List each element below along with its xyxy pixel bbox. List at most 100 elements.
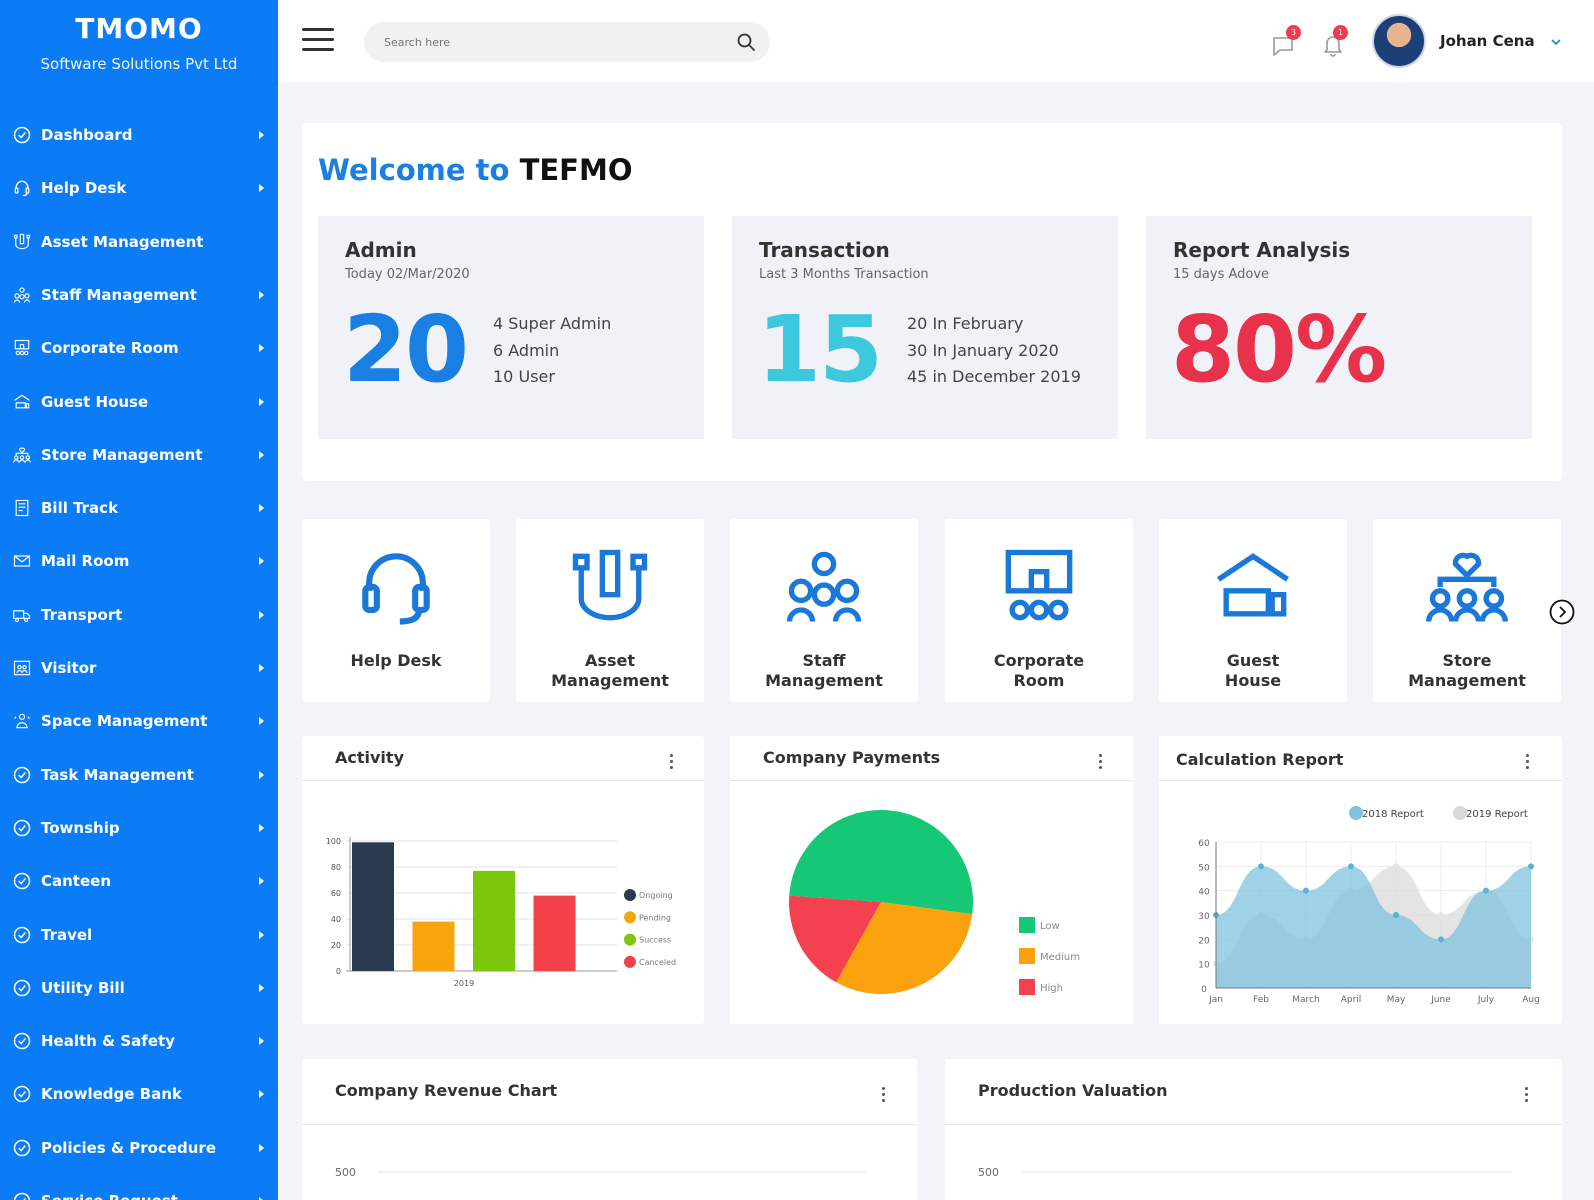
sidebar-item-label: Space Management (41, 712, 208, 731)
chevron-right-icon (259, 610, 264, 619)
user-name[interactable]: Johan Cena (1440, 32, 1535, 50)
chevron-right-icon (259, 450, 264, 459)
sidebar-item-service-request[interactable]: Service Request (0, 1175, 278, 1200)
sidebar-item-corporate-room[interactable]: Corporate Room (0, 322, 278, 374)
data-point (1348, 863, 1354, 870)
bar-success (473, 870, 515, 971)
module-tile-guest-house[interactable]: Guest House (1159, 519, 1347, 702)
search-icon[interactable] (736, 32, 756, 52)
notifications-button[interactable]: 1 (1320, 25, 1348, 58)
legend-swatch (1019, 948, 1035, 964)
chevron-right-icon (259, 290, 264, 299)
sidebar-item-store-management[interactable]: Store Management (0, 429, 278, 481)
sidebar-item-label: Canteen (41, 872, 112, 891)
legend-label: Medium (1040, 952, 1080, 963)
sidebar-item-label: Utility Bill (41, 978, 125, 997)
stat-subtitle: 15 days Adove (1173, 267, 1270, 282)
stat-breakdown: 4 Super Admin 6 Admin 10 User (493, 311, 611, 391)
dashboard-icon (12, 1138, 32, 1158)
sidebar-item-township[interactable]: Township (0, 802, 278, 854)
chevron-right-icon (259, 877, 264, 886)
y-tick-label: 100 (326, 837, 341, 846)
sidebar-item-knowledge-bank[interactable]: Knowledge Bank (0, 1068, 278, 1120)
legend-swatch (624, 933, 636, 946)
dashboard-icon (12, 925, 32, 945)
sidebar-item-mail-room[interactable]: Mail Room (0, 535, 278, 587)
mail-icon (12, 551, 32, 571)
page-title: Welcome to TEFMO (318, 153, 632, 187)
avatar[interactable] (1372, 14, 1426, 68)
module-label: Staff Management (765, 651, 883, 690)
stat-breakdown-line: 30 In January 2020 (907, 340, 1059, 360)
data-point (1258, 863, 1264, 870)
y-tick-label: 60 (1198, 839, 1210, 849)
module-label: Store Management (1408, 651, 1526, 690)
data-point (1438, 936, 1444, 943)
stat-subtitle: Last 3 Months Transaction (759, 267, 929, 282)
x-tick-label: July (1477, 995, 1495, 1005)
sidebar-item-label: Task Management (41, 765, 194, 784)
module-tile-staff-management[interactable]: Staff Management (730, 519, 918, 702)
sidebar-item-transport[interactable]: Transport (0, 589, 278, 641)
y-tick-label: 50 (1198, 863, 1210, 873)
sidebar-item-asset-management[interactable]: Asset Management (0, 216, 278, 268)
stat-card-transaction: Transaction Last 3 Months Transaction 15… (732, 216, 1118, 439)
module-tile-store-management[interactable]: Store Management (1373, 519, 1561, 702)
brand-title: TMOMO (75, 12, 203, 45)
sidebar-item-space-management[interactable]: Space Management (0, 695, 278, 747)
x-tick-label: March (1292, 995, 1319, 1005)
staff-icon (12, 285, 32, 305)
sidebar-item-utility-bill[interactable]: Utility Bill (0, 962, 278, 1014)
dashboard-icon (12, 871, 32, 891)
module-label: Help Desk (350, 651, 442, 670)
truck-icon (12, 605, 32, 625)
y-tick-label: 500 (335, 1166, 356, 1179)
calc-card: Calculation Report 0 10 20 30 40 50 60 Jan Feb Ma… (1159, 736, 1562, 1024)
legend-swatch (624, 889, 636, 901)
legend-label: Pending (639, 913, 671, 922)
sidebar-item-dashboard[interactable]: Dashboard (0, 109, 278, 161)
data-point (1393, 912, 1399, 918)
y-tick-label: 30 (1198, 912, 1210, 922)
module-tile-corporate-room[interactable]: Corporate Room (945, 519, 1133, 702)
search-box (364, 22, 770, 62)
sidebar-item-staff-management[interactable]: Staff Management (0, 269, 278, 321)
sidebar-item-help-desk[interactable]: Help Desk (0, 162, 278, 214)
y-tick-label: 40 (1198, 888, 1210, 898)
sidebar-item-health-safety[interactable]: Health & Safety (0, 1015, 278, 1067)
module-tile-help-desk[interactable]: Help Desk (302, 519, 490, 702)
module-label: Guest House (1224, 651, 1282, 690)
menu-toggle-icon[interactable] (302, 28, 334, 52)
search-input[interactable] (384, 22, 724, 62)
sidebar-item-canteen[interactable]: Canteen (0, 855, 278, 907)
store-icon (12, 445, 32, 465)
chevron-right-icon (259, 504, 264, 513)
dashboard-icon (12, 818, 32, 838)
sidebar-item-label: Asset Management (41, 232, 204, 251)
y-tick-label: 80 (331, 863, 341, 872)
welcome-name: TEFMO (519, 153, 633, 187)
store-icon (1425, 552, 1509, 622)
messages-badge: 3 (1286, 25, 1301, 40)
payments-card: Company Payments Low Medium High (730, 736, 1133, 1024)
sidebar-item-visitor[interactable]: Visitor (0, 642, 278, 694)
sidebar-item-guest-house[interactable]: Guest House (0, 376, 278, 428)
bar-canceled (533, 895, 576, 971)
chevron-down-icon[interactable] (1550, 36, 1562, 48)
sidebar-item-label: Visitor (41, 659, 97, 677)
sidebar-item-bill-track[interactable]: Bill Track (0, 482, 278, 534)
headset-icon (12, 178, 32, 198)
welcome-card: Welcome to TEFMO Admin Today 02/Mar/2020… (302, 123, 1562, 481)
sidebar-item-policies-procedure[interactable]: Policies & Procedure (0, 1122, 278, 1174)
production-chart: 500 (978, 1166, 1512, 1179)
space-icon (12, 711, 32, 731)
sidebar-item-task-management[interactable]: Task Management (0, 749, 278, 801)
module-tile-asset-management[interactable]: Asset Management (516, 519, 704, 702)
asset-icon (12, 232, 32, 252)
carousel-next-icon[interactable] (1549, 599, 1575, 625)
y-tick-label: 20 (331, 941, 341, 950)
messages-button[interactable]: 3 (1270, 25, 1301, 58)
sidebar-item-travel[interactable]: Travel (0, 909, 278, 961)
legend-swatch (1453, 806, 1467, 820)
calc-chart: 0 10 20 30 40 50 60 Jan Feb March April May June July… (1198, 806, 1540, 1005)
